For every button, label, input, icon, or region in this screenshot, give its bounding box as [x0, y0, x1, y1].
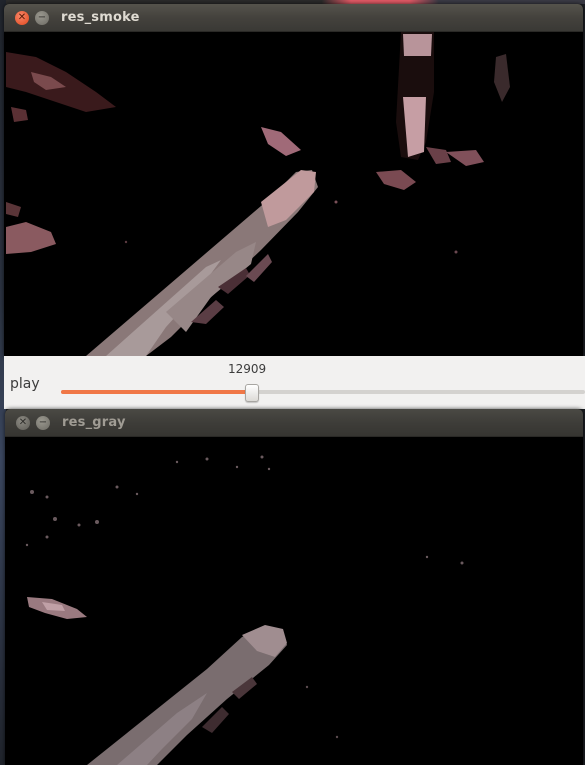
window-res-smoke[interactable]: ✕ − res_smoke — [4, 4, 583, 356]
titlebar-res-gray[interactable]: ✕ − res_gray — [5, 409, 583, 437]
trackbar-label: play — [10, 376, 40, 392]
trackbar-panel: play 12909 — [4, 356, 585, 409]
image-canvas-res-smoke — [6, 32, 583, 356]
trackbar-thumb[interactable] — [245, 384, 259, 402]
trackbar-value: 12909 — [228, 362, 267, 376]
image-canvas-res-gray — [7, 437, 583, 765]
window-title: res_smoke — [61, 10, 140, 25]
window-res-gray[interactable]: ✕ − res_gray — [5, 409, 583, 765]
titlebar-res-smoke[interactable]: ✕ − res_smoke — [4, 4, 583, 32]
trackbar-track[interactable] — [61, 390, 585, 394]
window-title: res_gray — [62, 415, 126, 430]
close-icon[interactable]: ✕ — [15, 11, 29, 25]
close-icon[interactable]: ✕ — [16, 416, 30, 430]
minimize-icon[interactable]: − — [36, 416, 50, 430]
trackbar-fill — [61, 390, 252, 394]
minimize-icon[interactable]: − — [35, 11, 49, 25]
